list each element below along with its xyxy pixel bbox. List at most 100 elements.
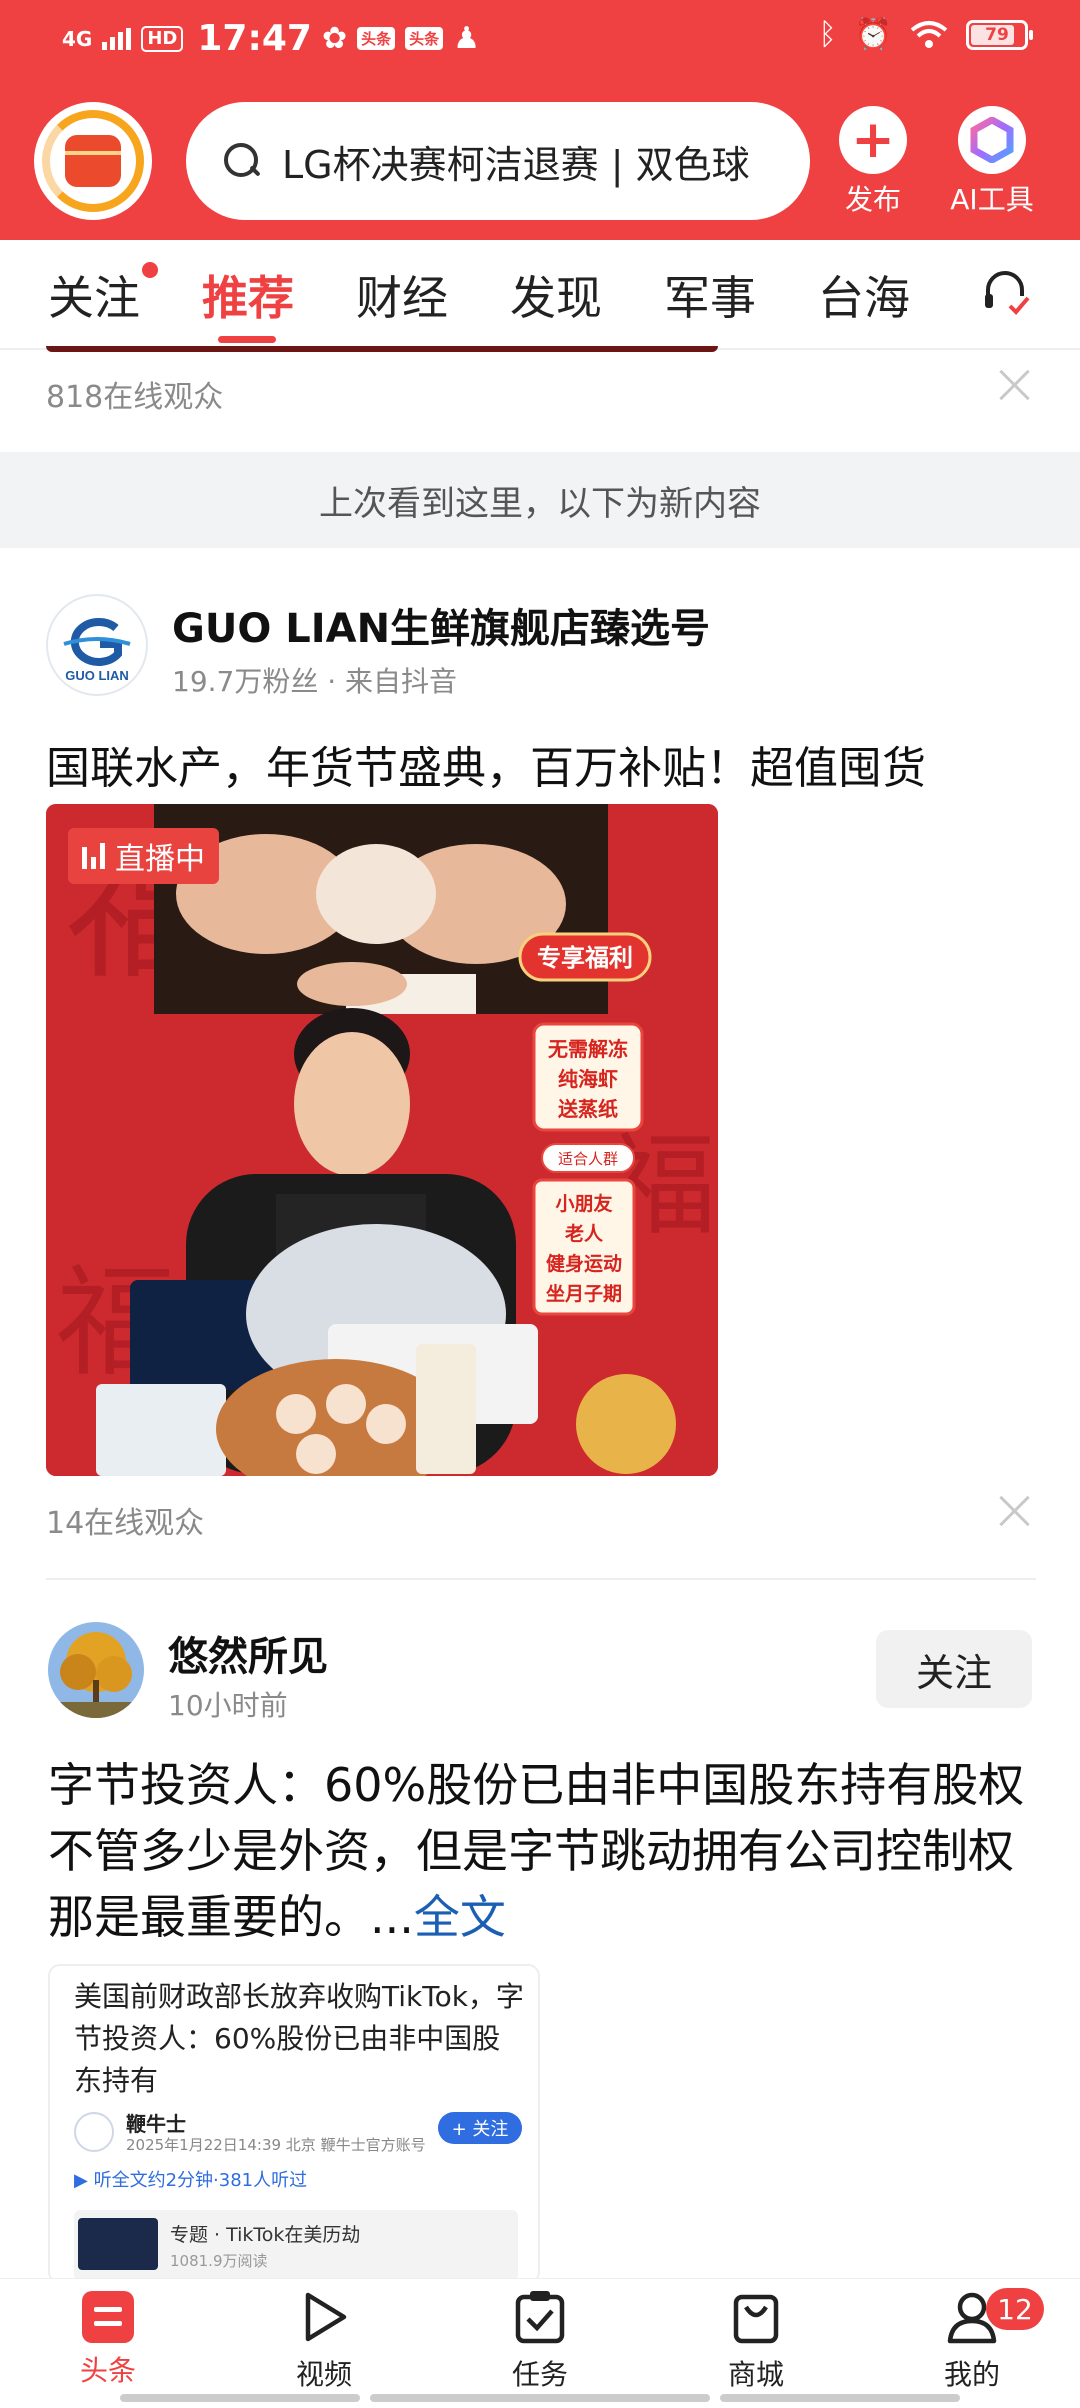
- top-header: 4G HD 17:47 ✿ 头条 头条 ♟ ᛒ ⏰ 79 LG杯决赛柯洁退赛 |…: [0, 0, 1080, 240]
- full-text-link[interactable]: 全文: [414, 1890, 506, 1944]
- nav-video[interactable]: 视频: [264, 2289, 384, 2393]
- live-viewers: 14在线观众: [46, 1506, 205, 1541]
- live-label: 直播中: [115, 842, 205, 877]
- svg-text:无需解冻: 无需解冻: [548, 1037, 628, 1061]
- gift-box-icon: [65, 135, 121, 187]
- follow-button[interactable]: 关注: [876, 1630, 1032, 1708]
- nav-label: 我的: [943, 2358, 1000, 2391]
- nav-label: 头条: [79, 2354, 136, 2387]
- post-time: 10小时前: [168, 1689, 288, 1722]
- battery-icon: 79: [966, 20, 1033, 50]
- app-notify-icon: 头条: [357, 27, 396, 50]
- topic-card[interactable]: 专题 · TikTok在美历劫 1081.9万阅读: [74, 2210, 518, 2282]
- plus-icon: +: [851, 110, 895, 170]
- svg-text:送蒸纸: 送蒸纸: [558, 1097, 618, 1121]
- topic-title: 专题 · TikTok在美历劫: [170, 2224, 361, 2246]
- svg-text:纯海虾: 纯海虾: [558, 1067, 618, 1091]
- nav-toutiao[interactable]: 头条: [48, 2289, 168, 2389]
- toutiao-icon: [80, 2289, 136, 2345]
- tiktok-flag-image: [78, 2218, 158, 2270]
- close-icon[interactable]: [997, 1494, 1031, 1528]
- new-content-banner[interactable]: 上次看到这里，以下为新内容: [0, 452, 1080, 548]
- gesture-bar: [370, 2394, 710, 2402]
- svg-text:适合人群: 适合人群: [558, 1150, 618, 1168]
- guo-lian-logo: GUO LIAN: [63, 617, 131, 683]
- svg-text:坐月子期: 坐月子期: [546, 1283, 622, 1305]
- nav-label: 视频: [295, 2358, 352, 2391]
- previous-video-edge: [46, 346, 718, 352]
- notification-badge: 12: [986, 2288, 1044, 2330]
- gesture-bar: [720, 2394, 960, 2402]
- post-body[interactable]: 字节投资人：60%股份已由非中国股东持有股权不管多少是外资，但是字节跳动拥有公司…: [48, 1752, 1038, 1950]
- search-suggestion: LG杯决赛柯洁退赛 | 双色球: [282, 142, 750, 187]
- shopping-bag-icon: [733, 2294, 779, 2344]
- listen-audio-link[interactable]: ▶ 听全文约2分钟·381人听过: [74, 2166, 307, 2192]
- live-stream-scene: 福 福 福 专享福利 无需解冻 纯海虾 送蒸纸 适合人群 小朋友 老人 健身运动…: [46, 804, 718, 1476]
- nav-label: 任务: [511, 2358, 568, 2391]
- article-date: 2025年1月22日14:39 北京 鞭牛士官方账号: [126, 2136, 426, 2154]
- wifi-icon: [910, 21, 948, 48]
- tab-discover[interactable]: 发现: [510, 262, 602, 328]
- svg-text:GUO LIAN: GUO LIAN: [65, 668, 129, 683]
- network-type: 4G: [62, 26, 93, 51]
- headset-icon[interactable]: [980, 266, 1030, 316]
- bluetooth-icon: ᛒ: [818, 17, 837, 52]
- unread-dot: [142, 262, 158, 278]
- svg-text:老人: 老人: [565, 1222, 604, 1245]
- task-check-icon: [515, 2291, 565, 2344]
- gesture-bar: [120, 2394, 360, 2402]
- ai-tools-label: AI工具: [950, 183, 1034, 216]
- app-notify-icon: 头条: [405, 27, 444, 50]
- bottom-navigation: 头条 视频 任务 商城 我的: [0, 2278, 1080, 2408]
- active-tab-indicator: [218, 336, 276, 343]
- search-icon: [222, 141, 262, 181]
- author-name[interactable]: GUO LIAN生鲜旗舰店臻选号: [172, 596, 710, 654]
- live-badge: 直播中: [68, 828, 219, 884]
- app-logo-button[interactable]: [34, 102, 152, 220]
- live-stream-thumbnail[interactable]: 福 福 福 专享福利 无需解冻 纯海虾 送蒸纸 适合人群 小朋友 老人 健身运动…: [46, 804, 718, 1476]
- search-bar[interactable]: LG杯决赛柯洁退赛 | 双色球: [186, 102, 810, 220]
- hd-icon: HD: [141, 25, 184, 52]
- publish-label: 发布: [844, 183, 901, 216]
- logo-ring: [42, 110, 144, 212]
- autumn-tree-avatar: [48, 1622, 144, 1718]
- author-name[interactable]: 悠然所见: [168, 1624, 328, 1682]
- ai-tools-icon: [970, 117, 1014, 163]
- nav-tasks[interactable]: 任务: [480, 2289, 600, 2393]
- close-icon[interactable]: [997, 368, 1031, 402]
- post-text: 字节投资人：60%股份已由非中国股东持有股权不管多少是外资，但是字节跳动拥有公司…: [48, 1758, 1025, 1944]
- avatar[interactable]: GUO LIAN: [46, 594, 148, 696]
- alarm-icon: ⏰: [854, 17, 892, 52]
- author-avatar-icon: [74, 2112, 114, 2152]
- channel-tabs: 关注 推荐 财经 发现 军事 台海: [0, 240, 1080, 350]
- tab-taiwan-strait[interactable]: 台海: [818, 262, 910, 328]
- wechat-icon: ✿: [321, 20, 348, 56]
- article-card[interactable]: 美国前财政部长放弃收购TikTok，字节投资人：60%股份已由非中国股东持有 鞭…: [48, 1964, 540, 2284]
- svg-text:健身运动: 健身运动: [546, 1252, 622, 1275]
- play-icon: [305, 2292, 347, 2342]
- tab-recommended[interactable]: 推荐: [202, 262, 294, 328]
- svg-text:小朋友: 小朋友: [555, 1192, 612, 1215]
- qq-icon: ♟: [453, 20, 481, 56]
- divider: [46, 1578, 1036, 1580]
- tab-military[interactable]: 军事: [664, 262, 756, 328]
- avatar[interactable]: [48, 1622, 144, 1718]
- previous-viewers: 818在线观众: [46, 380, 224, 415]
- publish-button[interactable]: + 发布: [823, 106, 923, 218]
- article-title: 美国前财政部长放弃收购TikTok，字节投资人：60%股份已由非中国股东持有: [74, 1980, 524, 2097]
- article-author: 鞭牛士: [126, 2112, 186, 2136]
- nav-label: 商城: [727, 2358, 784, 2391]
- live-bars-icon: [82, 843, 105, 869]
- clock: 17:47: [197, 18, 312, 59]
- article-follow-button[interactable]: + 关注: [438, 2112, 522, 2144]
- topic-reads: 1081.9万阅读: [170, 2252, 268, 2270]
- ai-tools-button[interactable]: AI工具: [942, 106, 1042, 218]
- author-meta: 19.7万粉丝 · 来自抖音: [172, 665, 458, 698]
- svg-text:专享福利: 专享福利: [537, 944, 633, 972]
- nav-mall[interactable]: 商城: [696, 2289, 816, 2393]
- status-bar: 4G HD 17:47 ✿ 头条 头条 ♟ ᛒ ⏰ 79: [0, 0, 1080, 84]
- tab-following[interactable]: 关注: [48, 262, 140, 328]
- signal-icon: [102, 27, 132, 50]
- tab-finance[interactable]: 财经: [356, 262, 448, 328]
- post-title[interactable]: 国联水产，年货节盛典，百万补贴！超值囤货: [46, 732, 926, 796]
